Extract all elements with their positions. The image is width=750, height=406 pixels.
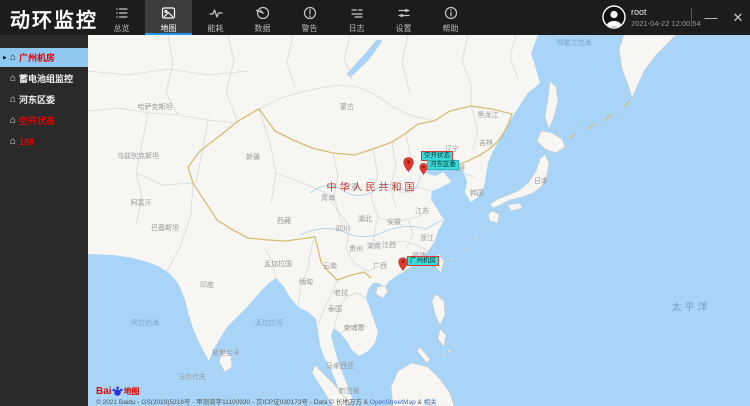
map-site-chip-3[interactable]: 广州机房 [407,256,439,266]
nav-item-2[interactable]: 地图 [145,0,192,35]
sidebar-item-4[interactable]: ▶⌂空开状态 [0,111,88,130]
nav-label: 警告 [301,24,318,33]
header-bar: 动环监控 总览 地图 能耗 数据 警告 日志 设置 帮助 root 2021-04-22 12… [0,0,750,35]
site-house-icon: ⌂ [10,72,17,84]
nav-item-5[interactable]: 警告 [286,0,333,35]
nav-label: 地图 [160,24,177,33]
site-house-icon: ⌂ [10,51,17,63]
help-info-icon [444,5,458,20]
lake-baikal [346,39,383,78]
map-canvas[interactable]: 哈萨克斯坦 蒙古 乌兹别克斯坦 阿富汗 巴基斯坦 新疆 西藏 青海 甘肃 四川 云南 贵州 广西 湖南 湖北… [88,35,750,406]
site-label: 广州机房 [19,53,56,63]
nav-label: 数据 [254,24,271,33]
settings-sliders-icon [397,5,411,20]
nav-label: 总览 [113,24,130,33]
nav-item-4[interactable]: 数据 [239,0,286,35]
site-label: 188 [19,136,35,147]
sidebar-item-3[interactable]: ▶⌂河东区委 [0,90,88,109]
map-attribution: © 2021 Baidu - GS(2019)5218号 - 甲测资字11100… [96,396,437,406]
nav-item-6[interactable]: 日志 [333,0,380,35]
nav-label: 能耗 [207,24,224,33]
username: root [631,7,647,17]
nav-item-7[interactable]: 设置 [380,0,427,35]
nav-item-1[interactable]: 总览 [98,0,145,35]
sidebar-item-1[interactable]: ▶ ⌂ 广州机房 [0,48,88,67]
site-label: 蓄电池组监控 [19,74,74,84]
map-pin-icon-1[interactable] [403,157,414,177]
nav-label: 帮助 [442,24,459,33]
nav-label: 日志 [348,24,365,33]
top-nav: 总览 地图 能耗 数据 警告 日志 设置 帮助 [98,0,474,35]
rights-link[interactable]: 相关 [424,399,437,406]
site-sidebar: ▶⌂广州机房▶⌂蓄电池组监控▶⌂河东区委▶⌂空开状态▶⌂188 [0,35,88,406]
attribution-text: © 2021 Baidu - GS(2019)5218号 - 甲测资字11100… [96,399,370,406]
site-label: 空开状态 [19,116,56,126]
nav-label: 设置 [395,24,412,33]
sidebar-item-5[interactable]: ▶⌂188 [0,132,88,151]
app-title: 动环监控 [10,10,98,32]
nav-item-8[interactable]: 帮助 [427,0,474,35]
data-gauge-icon [255,5,270,20]
energy-wave-icon [208,5,223,20]
map-image-icon [161,5,176,20]
close-button[interactable]: ✕ [727,0,749,35]
nav-item-3[interactable]: 能耗 [192,0,239,35]
map-site-chip-2[interactable]: 河东区委 [427,160,459,170]
site-house-icon: ⌂ [10,93,17,105]
osm-link[interactable]: OpenStreetMap [370,399,416,406]
site-house-icon: ⌂ [10,135,17,147]
sidebar-item-2[interactable]: ▶⌂蓄电池组监控 [0,69,88,88]
header-divider [691,8,692,27]
site-house-icon: ⌂ [10,114,17,126]
attribution-sep: & [415,399,424,406]
user-avatar-icon[interactable] [602,5,626,29]
rivers [299,174,444,237]
app-window: 动环监控 总览 地图 能耗 数据 警告 日志 设置 帮助 root 2021-04-22 12… [0,0,750,406]
basemap-svg [88,35,750,406]
expand-arrow-icon: ▶ [3,54,7,61]
minimize-button[interactable]: — [700,0,722,35]
overview-list-icon [115,5,129,20]
site-label: 河东区委 [19,95,56,105]
log-lines-icon [350,5,364,20]
alert-circle-icon [303,5,317,20]
